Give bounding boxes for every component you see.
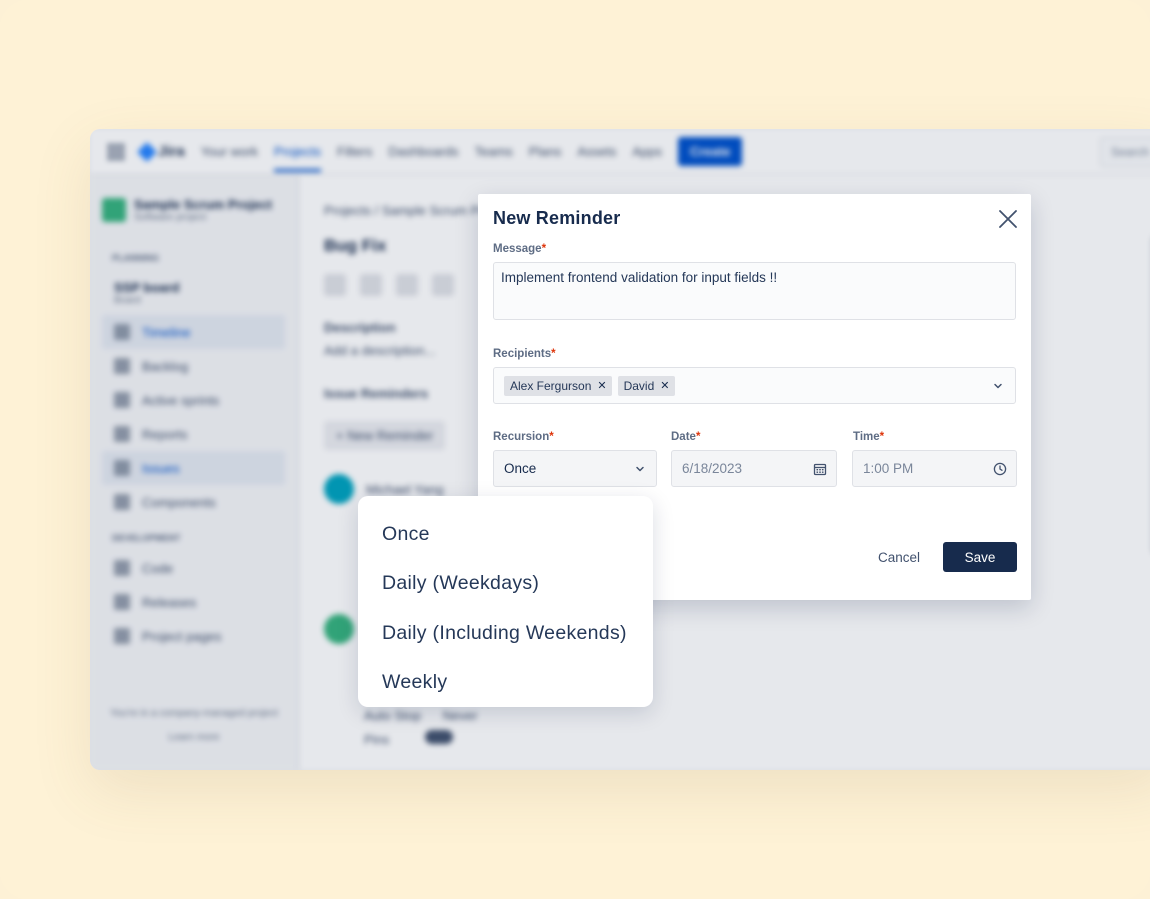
calendar-icon[interactable] [813,462,827,476]
close-icon[interactable] [997,208,1019,230]
chevron-down-icon[interactable] [993,381,1003,391]
chevron-down-icon [636,466,644,471]
cancel-button[interactable]: Cancel [868,542,930,572]
recipient-tag: David ✕ [617,375,675,396]
save-button[interactable]: Save [943,542,1017,572]
clock-icon[interactable] [993,462,1007,476]
recursion-select[interactable]: Once [493,450,657,487]
time-label: Time* [853,431,885,443]
recursion-option-weekly[interactable]: Weekly [358,658,653,707]
time-picker[interactable]: 1:00 PM [852,450,1017,487]
remove-recipient-icon[interactable]: ✕ [660,379,669,392]
message-field[interactable]: Implement frontend validation for input … [493,262,1016,320]
recursion-label: Recursion* [493,431,554,443]
remove-recipient-icon[interactable]: ✕ [597,379,606,392]
recipients-label: Recipients* [493,348,556,360]
recipient-tag: Alex Fergurson ✕ [504,375,612,396]
recursion-option-once[interactable]: Once [358,510,653,559]
recursion-option-daily-weekdays[interactable]: Daily (Weekdays) [358,559,653,608]
modal-title: New Reminder [493,208,621,228]
recipients-field[interactable]: Alex Fergurson ✕ David ✕ [493,367,1016,404]
date-label: Date* [671,431,701,443]
recursion-dropdown-menu: Once Daily (Weekdays) Daily (Including W… [358,496,653,707]
page-frame: Jira Your work Projects Filters Dashboar… [0,0,1150,899]
date-picker[interactable]: 6/18/2023 [671,450,837,487]
recursion-option-daily-including-weekends[interactable]: Daily (Including Weekends) [358,609,653,658]
message-label: Message* [493,243,547,255]
